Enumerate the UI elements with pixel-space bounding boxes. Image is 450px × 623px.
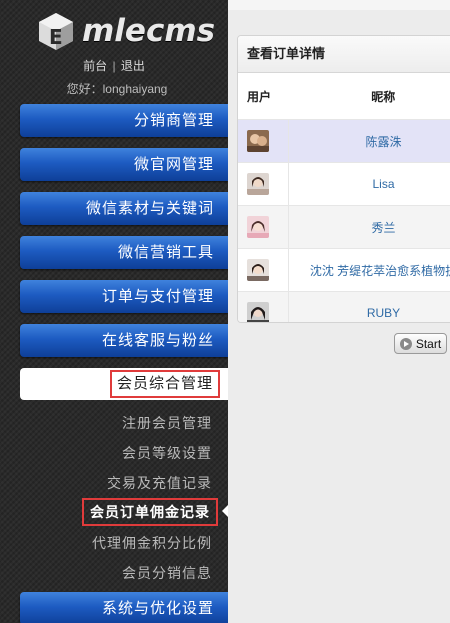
start-button-label: Start: [415, 336, 442, 351]
menu-wechat-material[interactable]: 微信素材与关键词: [20, 192, 228, 225]
avatar-cell: [238, 162, 289, 206]
link-separator: |: [112, 59, 116, 73]
menu-distributor[interactable]: 分销商管理: [20, 104, 228, 137]
table-row[interactable]: 沈沈 芳缇花萃治愈系植物护: [238, 248, 450, 292]
avatar: [247, 173, 269, 195]
logout-link[interactable]: 退出: [121, 59, 145, 73]
svg-text:E: E: [49, 25, 63, 49]
nickname-cell: 陈露洙: [288, 119, 450, 163]
sidebar: E mlecms 前台 | 退出 您好：longhaiyang 分销商管理 微官…: [0, 0, 228, 623]
submenu-register-member[interactable]: 注册会员管理: [122, 413, 212, 433]
submenu-agent-commission-ratio[interactable]: 代理佣金积分比例: [92, 533, 212, 553]
table-row[interactable]: RUBY: [238, 291, 450, 322]
menu-customer-service[interactable]: 在线客服与粉丝: [20, 324, 228, 357]
submenu-transaction-records[interactable]: 交易及充值记录: [107, 473, 212, 493]
menu-micro-site[interactable]: 微官网管理: [20, 148, 228, 181]
logo[interactable]: E mlecms: [36, 10, 226, 52]
table-row[interactable]: Lisa: [238, 162, 450, 206]
submenu-member-level[interactable]: 会员等级设置: [122, 443, 212, 463]
nickname-cell: RUBY: [288, 291, 450, 322]
start-button[interactable]: Start: [394, 333, 447, 354]
brand-name: mlecms: [82, 13, 216, 49]
submenu-order-commission[interactable]: 会员订单佣金记录: [82, 498, 218, 526]
avatar-cell: [238, 205, 289, 249]
menu-member-management-label: 会员综合管理: [109, 370, 220, 398]
avatar: [247, 130, 269, 152]
avatar-cell: [238, 119, 289, 163]
avatar-cell: [238, 248, 289, 292]
nickname-cell: Lisa: [288, 162, 450, 206]
order-table: 用户 昵称 陈露洙 Lisa 秀兰 沈沈 芳缇花萃治愈系植物护 RUBY: [238, 73, 450, 322]
main-top-strip: [228, 0, 450, 10]
avatar: [247, 302, 269, 322]
table-header-row: 用户 昵称: [238, 73, 450, 120]
menu-order-payment[interactable]: 订单与支付管理: [20, 280, 228, 313]
submenu-member-distribution[interactable]: 会员分销信息: [122, 563, 212, 583]
table-row[interactable]: 陈露洙: [238, 119, 450, 163]
column-header-nickname: 昵称: [371, 89, 396, 104]
menu-wechat-marketing[interactable]: 微信营销工具: [20, 236, 228, 269]
main-content: 查看订单详情 用户 昵称 陈露洙 Lisa 秀兰 沈沈 芳缇花萃治愈系植物护 R…: [228, 0, 450, 623]
panel-title: 查看订单详情: [238, 36, 450, 73]
avatar-cell: [238, 291, 289, 322]
nickname-cell: 秀兰: [288, 205, 450, 249]
top-links: 前台 | 退出: [0, 57, 228, 74]
avatar: [247, 259, 269, 281]
play-icon: [399, 337, 412, 350]
table-row[interactable]: 秀兰: [238, 205, 450, 249]
greeting-text: 您好：longhaiyang: [66, 82, 168, 96]
column-header-user: 用户: [247, 89, 272, 104]
front-link[interactable]: 前台: [83, 59, 107, 73]
menu-system-settings[interactable]: 系统与优化设置: [20, 592, 228, 623]
avatar: [247, 216, 269, 238]
logo-cube-icon: E: [39, 13, 73, 50]
order-detail-panel: 查看订单详情 用户 昵称 陈露洙 Lisa 秀兰 沈沈 芳缇花萃治愈系植物护 R…: [237, 35, 450, 323]
menu-member-management[interactable]: 会员综合管理: [20, 368, 228, 400]
nickname-cell: 沈沈 芳缇花萃治愈系植物护: [288, 248, 450, 292]
